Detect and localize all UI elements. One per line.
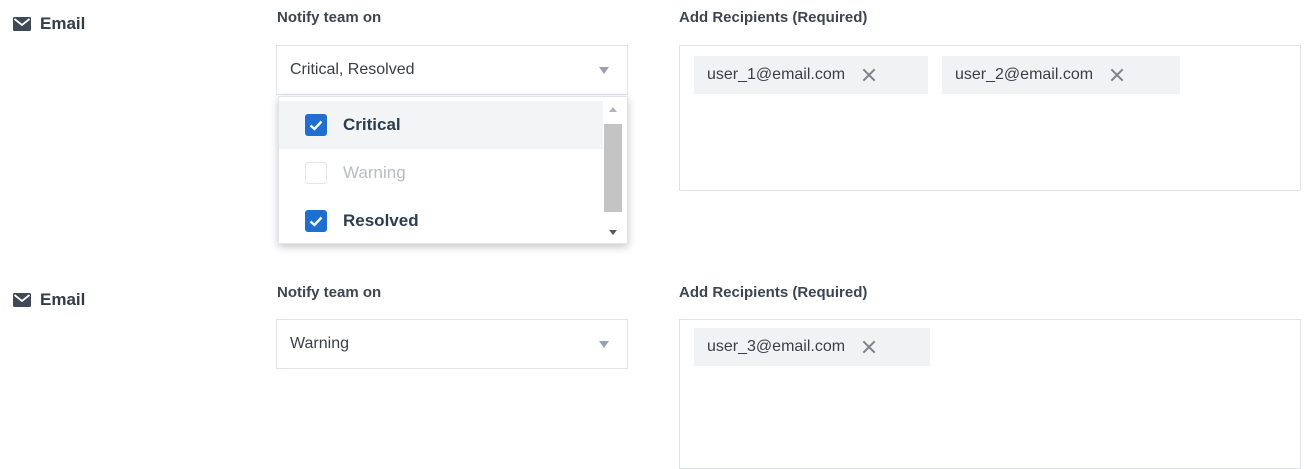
- recipient-chip-label: user_2@email.com: [955, 66, 1094, 83]
- checkbox-checked-icon[interactable]: [305, 114, 327, 136]
- option-resolved[interactable]: Resolved: [279, 197, 603, 245]
- notify-dropdown-menu: Critical Warning Resolved: [278, 96, 628, 244]
- scroll-down-arrow-icon[interactable]: [609, 230, 617, 235]
- option-label: Warning: [343, 163, 406, 182]
- channel-label: Email: [40, 290, 86, 309]
- notify-select[interactable]: Warning: [276, 319, 628, 369]
- notification-row-2: Email Notify team on Warning Add Recipie…: [0, 276, 1304, 469]
- checkbox-checked-icon[interactable]: [305, 210, 327, 232]
- checkbox-disabled-icon: [305, 162, 327, 184]
- channel-email: Email: [13, 14, 85, 34]
- remove-recipient-icon[interactable]: [859, 337, 879, 357]
- channel-label: Email: [40, 14, 86, 33]
- mail-icon: [13, 17, 31, 31]
- channel-email: Email: [13, 290, 85, 310]
- notification-row-1: Email Notify team on Critical, Resolved …: [0, 0, 1304, 270]
- recipient-chip-label: user_1@email.com: [707, 66, 846, 83]
- recipient-chip: user_3@email.com: [694, 328, 930, 366]
- option-label: Resolved: [343, 211, 419, 230]
- option-critical[interactable]: Critical: [279, 101, 603, 149]
- recipients-label: Add Recipients (Required): [679, 284, 868, 301]
- scroll-thumb[interactable]: [604, 124, 622, 212]
- notify-label: Notify team on: [277, 284, 382, 301]
- chevron-down-icon: [599, 341, 609, 348]
- recipient-chip-label: user_3@email.com: [707, 338, 846, 355]
- recipients-field[interactable]: user_3@email.com: [679, 319, 1301, 469]
- notify-select[interactable]: Critical, Resolved: [276, 45, 628, 95]
- recipient-chip: user_2@email.com: [942, 56, 1180, 94]
- notify-label: Notify team on: [277, 9, 382, 26]
- recipients-label: Add Recipients (Required): [679, 9, 868, 26]
- remove-recipient-icon[interactable]: [1107, 65, 1127, 85]
- chevron-down-icon: [599, 67, 609, 74]
- scroll-up-arrow-icon[interactable]: [609, 107, 617, 112]
- recipient-chip: user_1@email.com: [694, 56, 928, 94]
- mail-icon: [13, 293, 31, 307]
- option-warning: Warning: [279, 149, 603, 197]
- option-label: Critical: [343, 115, 401, 134]
- notify-select-value: Critical, Resolved: [290, 61, 415, 78]
- remove-recipient-icon[interactable]: [859, 65, 879, 85]
- recipients-field[interactable]: user_1@email.com user_2@email.com: [679, 45, 1301, 191]
- notify-select-value: Warning: [290, 335, 349, 352]
- dropdown-scrollbar[interactable]: [603, 103, 623, 239]
